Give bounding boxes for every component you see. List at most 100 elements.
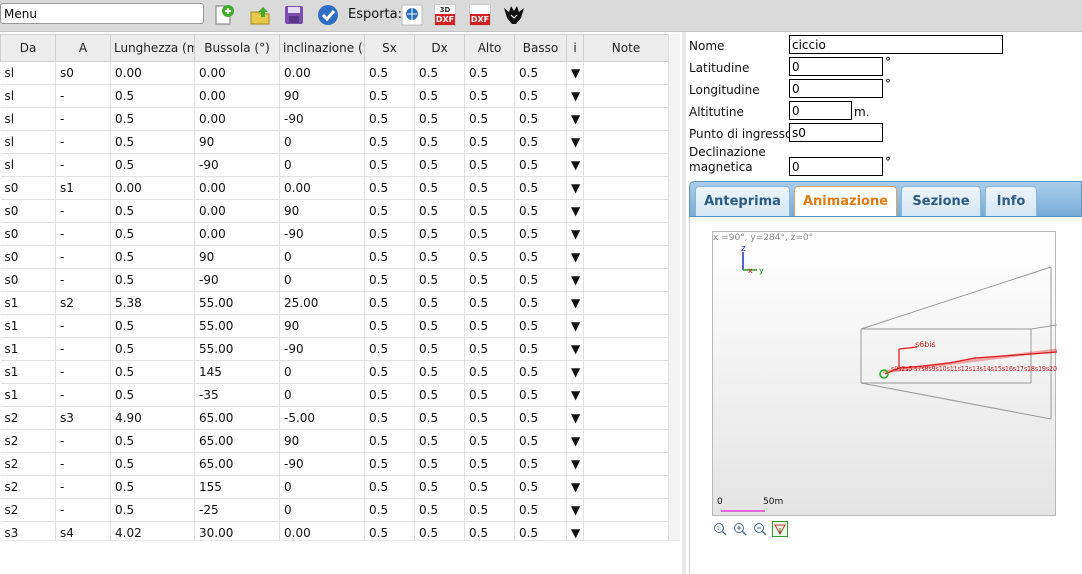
table-cell[interactable]: sl — [0, 107, 56, 131]
table-cell[interactable]: 0.5 — [364, 360, 415, 384]
save-disk-icon[interactable] — [282, 3, 306, 27]
table-cell[interactable]: 0 — [279, 475, 365, 499]
table-cell[interactable]: 0.5 — [110, 222, 195, 246]
table-cell[interactable]: 0.5 — [514, 84, 567, 108]
column-header[interactable]: inclinazione (°) — [279, 34, 365, 62]
table-cell[interactable]: 0.5 — [414, 406, 465, 430]
table-cell[interactable]: s2 — [0, 452, 56, 476]
table-row[interactable]: sl -0.5 0.00 90 0.5 0.5 0.5 0.5 ▼ — [0, 84, 669, 108]
table-cell[interactable]: 0.5 — [414, 429, 465, 453]
table-cell[interactable]: 0.5 — [364, 176, 415, 200]
table-row[interactable]: s1 s2 5.38 55.00 25.00 0.5 0.5 0.5 0.5 ▼ — [0, 291, 669, 315]
table-cell[interactable]: s2 — [0, 406, 56, 430]
table-cell[interactable]: 90 — [279, 429, 365, 453]
table-cell[interactable]: 0.5 — [414, 337, 465, 361]
longitude-field[interactable] — [789, 79, 883, 98]
table-cell[interactable]: 65.00 — [194, 406, 280, 430]
table-cell[interactable] — [583, 429, 669, 453]
table-cell[interactable]: 0.5 — [464, 61, 515, 85]
table-cell[interactable]: 0.5 — [514, 314, 567, 338]
table-row[interactable]: s0-0.5 90 0 0.5 0.5 0.5 0.5 ▼ — [0, 245, 669, 269]
table-cell[interactable]: 0.5 — [364, 383, 415, 407]
table-cell[interactable]: 4.02 — [110, 521, 195, 540]
table-cell[interactable]: - — [55, 475, 111, 499]
table-cell[interactable]: 0.5 — [110, 84, 195, 108]
tab-sezione[interactable]: Sezione — [901, 186, 981, 216]
table-cell[interactable]: 0.5 — [364, 268, 415, 292]
table-row[interactable]: sl -0.5 0.00 -90 0.5 0.5 0.5 0.5 ▼ — [0, 107, 669, 131]
table-row[interactable]: s1-0.5 -35 0 0.5 0.5 0.5 0.5 ▼ — [0, 383, 669, 407]
table-cell[interactable]: sl — [0, 130, 56, 154]
row-dropdown-icon[interactable]: ▼ — [566, 360, 584, 384]
table-cell[interactable]: 0.5 — [514, 383, 567, 407]
table-cell[interactable]: 0.5 — [414, 268, 465, 292]
table-cell[interactable]: 0.5 — [110, 360, 195, 384]
table-cell[interactable]: 0 — [279, 245, 365, 269]
tab-animazione[interactable]: Animazione — [794, 186, 897, 216]
table-cell[interactable]: - — [55, 498, 111, 522]
table-cell[interactable]: 25.00 — [279, 291, 365, 315]
table-cell[interactable]: 0.5 — [110, 130, 195, 154]
table-cell[interactable]: 0.5 — [110, 498, 195, 522]
table-cell[interactable]: 0.5 — [110, 268, 195, 292]
table-cell[interactable]: 0.5 — [464, 314, 515, 338]
table-cell[interactable]: 0.5 — [464, 245, 515, 269]
column-header[interactable]: Basso — [514, 34, 567, 62]
table-cell[interactable] — [583, 61, 669, 85]
table-cell[interactable]: 0.00 — [194, 199, 280, 223]
table-cell[interactable]: 0.5 — [364, 222, 415, 246]
row-dropdown-icon[interactable]: ▼ — [566, 406, 584, 430]
table-cell[interactable] — [583, 406, 669, 430]
table-cell[interactable]: 0.5 — [464, 452, 515, 476]
row-dropdown-icon[interactable]: ▼ — [566, 314, 584, 338]
table-cell[interactable]: 0.5 — [514, 153, 567, 177]
table-cell[interactable]: 0.5 — [364, 521, 415, 540]
table-cell[interactable]: 0.5 — [414, 314, 465, 338]
table-cell[interactable]: s2 — [55, 291, 111, 315]
table-cell[interactable]: 0.5 — [414, 360, 465, 384]
table-cell[interactable]: s3 — [0, 521, 56, 540]
table-cell[interactable]: 0.00 — [194, 222, 280, 246]
table-cell[interactable]: 0.5 — [414, 61, 465, 85]
table-cell[interactable]: - — [55, 383, 111, 407]
table-cell[interactable]: 0.5 — [514, 337, 567, 361]
row-dropdown-icon[interactable]: ▼ — [566, 383, 584, 407]
column-header[interactable]: Lunghezza (m) — [110, 34, 195, 62]
table-cell[interactable]: 0.00 — [194, 61, 280, 85]
row-dropdown-icon[interactable]: ▼ — [566, 475, 584, 499]
table-cell[interactable]: 0.5 — [464, 291, 515, 315]
table-cell[interactable]: s1 — [0, 314, 56, 338]
table-cell[interactable]: 0.5 — [364, 452, 415, 476]
tab-anteprima[interactable]: Anteprima — [695, 186, 790, 216]
table-cell[interactable]: 0.5 — [110, 429, 195, 453]
zoom-reset-icon[interactable]: 1:1 — [712, 521, 728, 537]
table-cell[interactable] — [583, 360, 669, 384]
table-cell[interactable]: 0.5 — [364, 429, 415, 453]
table-cell[interactable]: 55.00 — [194, 291, 280, 315]
table-cell[interactable]: s0 — [0, 268, 56, 292]
table-cell[interactable] — [583, 291, 669, 315]
row-dropdown-icon[interactable]: ▼ — [566, 199, 584, 223]
table-row[interactable]: s1-0.5 55.00 90 0.5 0.5 0.5 0.5 ▼ — [0, 314, 669, 338]
declination-field[interactable] — [789, 157, 883, 176]
table-cell[interactable] — [583, 84, 669, 108]
table-cell[interactable]: - — [55, 314, 111, 338]
table-cell[interactable] — [583, 176, 669, 200]
table-row[interactable]: sl -0.5 90 0 0.5 0.5 0.5 0.5 ▼ — [0, 130, 669, 154]
table-cell[interactable]: s0 — [0, 222, 56, 246]
table-row[interactable]: s0-0.5 -90 0 0.5 0.5 0.5 0.5 ▼ — [0, 268, 669, 292]
table-cell[interactable]: -35 — [194, 383, 280, 407]
table-cell[interactable]: 0.00 — [194, 84, 280, 108]
table-cell[interactable]: 0.5 — [514, 222, 567, 246]
latitude-field[interactable] — [789, 57, 883, 76]
table-cell[interactable]: 90 — [194, 245, 280, 269]
table-cell[interactable]: 0.5 — [464, 521, 515, 540]
table-cell[interactable]: 0.5 — [110, 475, 195, 499]
entry-point-field[interactable] — [789, 123, 883, 142]
table-cell[interactable]: s2 — [0, 429, 56, 453]
table-cell[interactable]: - — [55, 107, 111, 131]
table-cell[interactable] — [583, 337, 669, 361]
table-cell[interactable]: 0.5 — [364, 130, 415, 154]
cave-3d-viewer[interactable]: x =90°, y=284°, z=0° z x y s6bis s0s2s5 … — [712, 231, 1057, 516]
table-cell[interactable]: 0.5 — [364, 314, 415, 338]
